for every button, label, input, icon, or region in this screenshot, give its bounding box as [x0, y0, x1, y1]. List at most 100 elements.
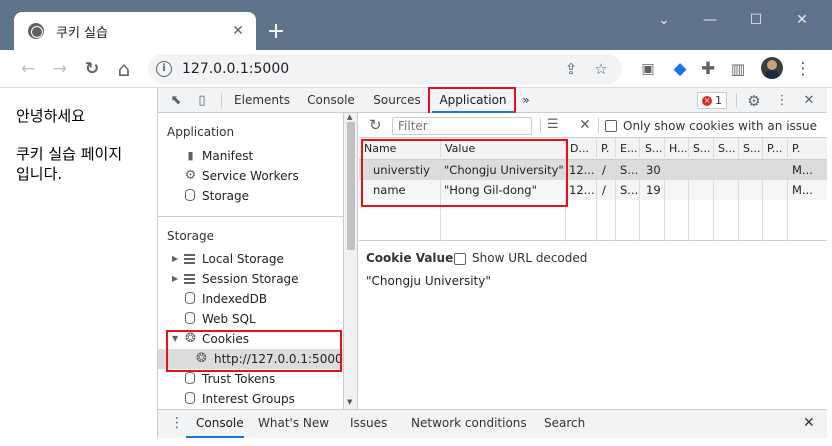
- extension-blue-icon[interactable]: ◆: [666, 55, 694, 83]
- address-bar[interactable]: i 127.0.0.1:5000 ⇪ ☆: [148, 54, 622, 84]
- delete-selected-icon[interactable]: ✕: [579, 117, 591, 133]
- refresh-icon[interactable]: ↻: [369, 116, 382, 134]
- show-url-decoded-label: Show URL decoded: [472, 251, 588, 265]
- cookie-value-text: "Chongju University": [366, 274, 491, 288]
- menu-icon[interactable]: ⋮: [789, 55, 817, 83]
- drawer-tab-search[interactable]: Search: [544, 416, 585, 430]
- back-button[interactable]: ←: [14, 55, 42, 83]
- tab-strip: 쿠키 실습 ✕ + ⌄ — ☐ ✕: [0, 0, 832, 50]
- column-header[interactable]: D...: [570, 142, 589, 155]
- sidebar-item-web-sql[interactable]: Web SQL: [158, 309, 343, 329]
- side-panel-icon[interactable]: ▥: [724, 55, 752, 83]
- column-header[interactable]: H...: [669, 142, 688, 155]
- device-toolbar-icon[interactable]: ▯: [192, 91, 212, 111]
- only-issue-label: Only show cookies with an issue: [623, 119, 818, 133]
- inspect-element-icon[interactable]: ⬉: [166, 91, 186, 111]
- close-drawer-icon[interactable]: ✕: [803, 415, 815, 431]
- tab-close-icon[interactable]: ✕: [226, 19, 250, 43]
- cookie-value-header: Cookie Value: [366, 251, 454, 265]
- filter-input[interactable]: [392, 117, 532, 135]
- sidebar-item-local-storage[interactable]: ▶ Local Storage: [158, 249, 343, 269]
- browser-tab[interactable]: 쿠키 실습 ✕: [14, 12, 256, 50]
- bookmark-star-icon[interactable]: ☆: [590, 58, 612, 80]
- database-icon: [185, 372, 195, 384]
- database-icon: [185, 292, 195, 304]
- sidebar-item-manifest[interactable]: ▮ Manifest: [158, 146, 343, 166]
- sidebar-item-trust-tokens[interactable]: Trust Tokens: [158, 369, 343, 389]
- expand-arrow-icon[interactable]: ▶: [172, 269, 178, 289]
- scrollbar-thumb[interactable]: [347, 122, 355, 250]
- more-tabs-icon[interactable]: »: [516, 88, 536, 113]
- globe-icon: [28, 23, 44, 39]
- column-header[interactable]: S...: [693, 142, 710, 155]
- cookies-filter-bar: ↻ ☰ ✕ Only show cookies with an issue: [359, 113, 827, 138]
- minimize-button[interactable]: —: [687, 8, 733, 32]
- browser-toolbar: ← → ↻ ⌂ i 127.0.0.1:5000 ⇪ ☆ ▣ ◆ ✚ ▥ ⋮: [0, 50, 832, 88]
- sidebar-item-interest-groups[interactable]: Interest Groups: [158, 389, 343, 409]
- home-button[interactable]: ⌂: [110, 55, 138, 83]
- database-icon: [185, 392, 195, 404]
- drawer-tab-issues[interactable]: Issues: [350, 416, 387, 430]
- grid-icon: [184, 254, 195, 264]
- scroll-up-icon[interactable]: ▲: [347, 113, 352, 121]
- greeting-text: 안녕하세요: [16, 107, 86, 125]
- highlight-cookie-rows: [361, 139, 568, 207]
- sidebar-scrollbar[interactable]: ▲ ▼: [344, 113, 358, 409]
- puzzle-icon[interactable]: ✚: [694, 55, 722, 83]
- extension-icon[interactable]: ▣: [634, 55, 662, 83]
- tab-title: 쿠키 실습: [56, 25, 108, 41]
- tab-sources[interactable]: Sources: [369, 88, 425, 113]
- avatar[interactable]: [761, 57, 783, 79]
- new-tab-button[interactable]: +: [262, 18, 290, 46]
- reload-button[interactable]: ↻: [78, 55, 106, 83]
- column-header[interactable]: P.: [792, 142, 800, 155]
- devtools-drawer: ⋮ Console What's New Issues Network cond…: [158, 409, 827, 438]
- page-text-line2: 쿠키 실습 페이지: [16, 145, 123, 163]
- active-tab-indicator: [186, 436, 244, 438]
- sidebar-item-storage[interactable]: Storage: [158, 186, 343, 206]
- only-issue-checkbox[interactable]: [605, 120, 617, 132]
- show-url-decoded-checkbox[interactable]: [454, 253, 466, 265]
- database-icon: [185, 312, 195, 324]
- forward-button[interactable]: →: [46, 55, 74, 83]
- drawer-tab-network-conditions[interactable]: Network conditions: [411, 416, 527, 430]
- column-header[interactable]: S...: [718, 142, 735, 155]
- error-icon: ✕: [702, 96, 712, 106]
- error-badge[interactable]: ✕ 1: [697, 92, 727, 109]
- expand-arrow-icon[interactable]: ▶: [172, 249, 178, 269]
- gear-icon: ⚙: [184, 168, 197, 183]
- share-icon[interactable]: ⇪: [560, 58, 582, 80]
- page-text-line3: 입니다.: [16, 165, 63, 183]
- sidebar-item-indexeddb[interactable]: IndexedDB: [158, 289, 343, 309]
- column-header[interactable]: P.: [601, 142, 609, 155]
- clear-filtered-icon[interactable]: ☰: [547, 117, 559, 132]
- sidebar-header-application: Application: [167, 125, 235, 139]
- scroll-down-icon[interactable]: ▼: [347, 398, 352, 406]
- drawer-menu-icon[interactable]: ⋮: [170, 415, 184, 431]
- drawer-tab-console[interactable]: Console: [196, 416, 244, 430]
- drawer-tab-whats-new[interactable]: What's New: [258, 416, 329, 430]
- document-icon: ▮: [187, 149, 194, 162]
- close-devtools-icon[interactable]: ✕: [799, 91, 819, 111]
- site-info-icon[interactable]: i: [156, 61, 172, 77]
- grid-icon: [184, 274, 195, 284]
- column-header[interactable]: P...: [767, 142, 782, 155]
- sidebar-item-session-storage[interactable]: ▶ Session Storage: [158, 269, 343, 289]
- column-header[interactable]: E...: [620, 142, 637, 155]
- database-icon: [185, 189, 195, 201]
- maximize-button[interactable]: ☐: [733, 8, 779, 32]
- gear-icon[interactable]: ⚙: [744, 91, 764, 111]
- sidebar-item-service-workers[interactable]: ⚙ Service Workers: [158, 166, 343, 186]
- tab-elements[interactable]: Elements: [233, 88, 291, 113]
- url-text[interactable]: 127.0.0.1:5000: [182, 61, 289, 77]
- devtools-panel: ⬉ ▯ Elements Console Sources Application…: [157, 87, 827, 438]
- highlight-cookies: [166, 330, 342, 372]
- column-header[interactable]: S...: [645, 142, 662, 155]
- chevron-down-icon[interactable]: ⌄: [641, 8, 687, 32]
- more-options-icon[interactable]: ⋮: [772, 91, 792, 111]
- highlight-application-tab: [428, 87, 516, 115]
- close-window-button[interactable]: ✕: [779, 8, 825, 32]
- tab-console[interactable]: Console: [303, 88, 359, 113]
- column-header[interactable]: S...: [743, 142, 760, 155]
- sidebar-header-storage: Storage: [167, 229, 214, 243]
